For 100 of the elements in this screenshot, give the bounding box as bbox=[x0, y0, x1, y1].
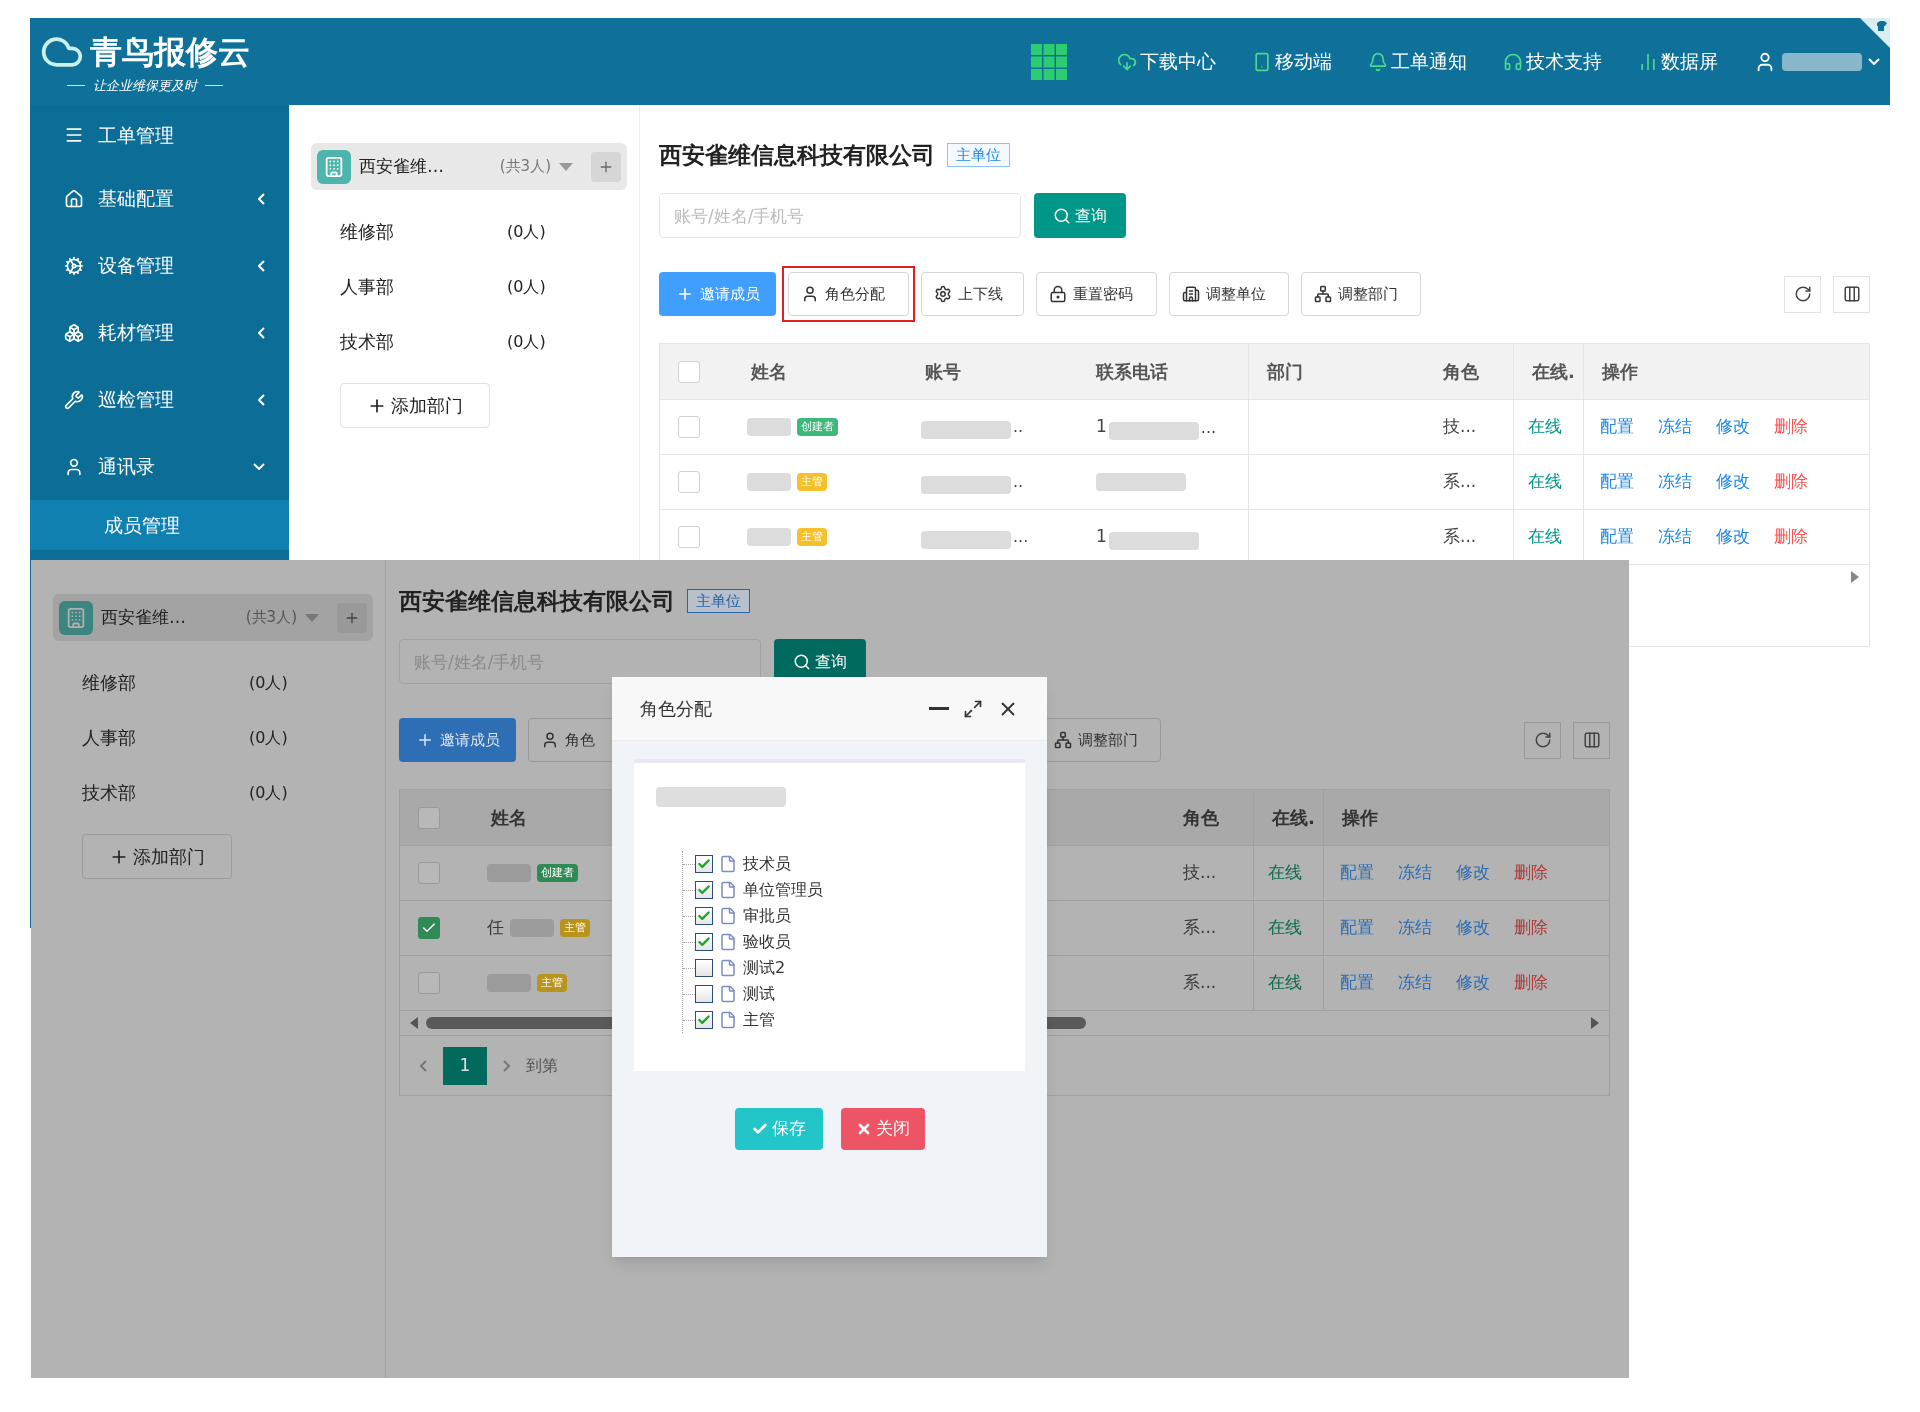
sidebar-item[interactable]: 耗材管理 bbox=[30, 299, 289, 366]
department-item[interactable]: 维修部 (0人) bbox=[311, 204, 627, 259]
toolbar-button[interactable]: 上下线 bbox=[921, 272, 1024, 316]
check-icon bbox=[697, 935, 711, 949]
action-link[interactable]: 修改 bbox=[1716, 524, 1750, 550]
action-link[interactable]: 删除 bbox=[1774, 414, 1808, 440]
checkbox[interactable] bbox=[418, 862, 440, 884]
role-checkbox[interactable] bbox=[695, 881, 713, 899]
apps-grid-icon[interactable] bbox=[1031, 43, 1067, 80]
sidebar-item[interactable]: 巡检管理 bbox=[30, 366, 289, 433]
toolbar-button[interactable]: 重置密码 bbox=[1036, 272, 1157, 316]
add-department-button[interactable]: 添加部门 bbox=[82, 834, 232, 879]
toolbar-button[interactable]: 调整部门 bbox=[1301, 272, 1421, 316]
action-link[interactable]: 冻结 bbox=[1658, 414, 1692, 440]
role-checkbox[interactable] bbox=[695, 933, 713, 951]
column-header: 角色 bbox=[1182, 806, 1219, 830]
department-item[interactable]: 技术部 (0人) bbox=[53, 765, 373, 820]
action-link[interactable]: 冻结 bbox=[1398, 915, 1432, 941]
scroll-left-icon[interactable] bbox=[410, 1017, 418, 1029]
action-link[interactable]: 配置 bbox=[1340, 915, 1374, 941]
goto-label: 到第 bbox=[526, 1054, 558, 1077]
checkbox[interactable] bbox=[418, 972, 440, 994]
search-icon bbox=[1053, 206, 1071, 225]
action-link[interactable]: 删除 bbox=[1514, 915, 1548, 941]
role-checkbox[interactable] bbox=[695, 959, 713, 977]
role-checkbox[interactable] bbox=[695, 855, 713, 873]
department-item[interactable]: 维修部 (0人) bbox=[53, 655, 373, 710]
action-link[interactable]: 删除 bbox=[1514, 970, 1548, 996]
action-link[interactable]: 修改 bbox=[1716, 414, 1750, 440]
department-item[interactable]: 人事部 (0人) bbox=[53, 710, 373, 765]
blurred-text bbox=[747, 473, 791, 491]
nav-link[interactable]: 数据屏 bbox=[1638, 47, 1718, 76]
nav-link[interactable]: 工单通知 bbox=[1368, 47, 1467, 76]
action-link[interactable]: 配置 bbox=[1600, 469, 1634, 495]
role-badge: 主管 bbox=[560, 918, 590, 938]
sidebar-item[interactable]: 基础配置 bbox=[30, 165, 289, 232]
invite-button[interactable]: 邀请成员 bbox=[399, 718, 516, 762]
truncation-mark: ... bbox=[1013, 526, 1029, 548]
close-button[interactable]: 关闭 bbox=[840, 1108, 925, 1150]
department-item[interactable]: 人事部 (0人) bbox=[311, 259, 627, 314]
sidebar-item[interactable]: 工单管理 bbox=[30, 105, 289, 165]
action-link[interactable]: 冻结 bbox=[1658, 469, 1692, 495]
page-button[interactable]: 1 bbox=[443, 1046, 487, 1085]
search-icon bbox=[793, 652, 811, 671]
check-icon bbox=[697, 883, 711, 897]
checkbox[interactable] bbox=[418, 806, 440, 829]
dialog-title: 角色分配 bbox=[640, 697, 712, 721]
role-badge: 创建者 bbox=[537, 863, 578, 883]
add-department-button[interactable]: 添加部门 bbox=[340, 383, 490, 428]
corner-ribbon-icon[interactable] bbox=[1860, 18, 1890, 48]
action-link[interactable]: 配置 bbox=[1340, 860, 1374, 886]
action-link[interactable]: 冻结 bbox=[1398, 860, 1432, 886]
chevron-down-icon[interactable] bbox=[1868, 58, 1880, 65]
action-link[interactable]: 配置 bbox=[1600, 524, 1634, 550]
role-text: 系... bbox=[1182, 916, 1217, 940]
department-item[interactable]: 技术部 (0人) bbox=[311, 314, 627, 369]
check-icon bbox=[697, 909, 711, 923]
action-link[interactable]: 冻结 bbox=[1398, 970, 1432, 996]
action-link[interactable]: 冻结 bbox=[1658, 524, 1692, 550]
refresh-icon bbox=[1793, 285, 1812, 303]
sidebar-subitem[interactable]: 成员管理 bbox=[30, 500, 289, 550]
refresh-button[interactable] bbox=[1524, 721, 1561, 759]
search-button[interactable]: 查询 bbox=[1034, 193, 1126, 238]
org-selector[interactable]: 西安雀维… (共3人) bbox=[311, 143, 627, 190]
columns-button[interactable] bbox=[1573, 721, 1610, 759]
org-chart-icon bbox=[1314, 285, 1332, 303]
action-link[interactable]: 修改 bbox=[1456, 860, 1490, 886]
role-checkbox[interactable] bbox=[695, 907, 713, 925]
toolbar-button[interactable]: 角色分配 bbox=[788, 272, 909, 316]
chevron-down-icon[interactable] bbox=[253, 463, 265, 470]
add-org-button[interactable] bbox=[337, 602, 367, 633]
action-link[interactable]: 修改 bbox=[1716, 469, 1750, 495]
nav-link[interactable]: 移动端 bbox=[1252, 47, 1332, 76]
action-link[interactable]: 删除 bbox=[1774, 469, 1808, 495]
bell-icon bbox=[1368, 51, 1388, 72]
scroll-right-icon[interactable] bbox=[1591, 1017, 1599, 1029]
action-link[interactable]: 修改 bbox=[1456, 970, 1490, 996]
action-link[interactable]: 配置 bbox=[1340, 970, 1374, 996]
company-title: 西安雀维信息科技有限公司 bbox=[399, 586, 675, 616]
org-selector[interactable]: 西安雀维… (共3人) bbox=[53, 594, 373, 641]
column-header: 账号 bbox=[924, 360, 961, 384]
nav-link[interactable]: 下载中心 bbox=[1117, 47, 1216, 76]
checkbox[interactable] bbox=[418, 917, 440, 939]
cloud-download-icon bbox=[1117, 51, 1137, 72]
dropdown-caret-icon[interactable] bbox=[559, 162, 573, 171]
action-link[interactable]: 修改 bbox=[1456, 915, 1490, 941]
role-checkbox[interactable] bbox=[695, 985, 713, 1003]
role-checkbox[interactable] bbox=[695, 1011, 713, 1029]
action-link[interactable]: 删除 bbox=[1514, 860, 1548, 886]
add-org-button[interactable] bbox=[591, 151, 621, 182]
sidebar-item[interactable]: 通讯录 bbox=[30, 433, 289, 500]
invite-button[interactable]: 邀请成员 bbox=[659, 272, 776, 316]
role-label: 技术员 bbox=[743, 853, 791, 875]
scroll-right-icon[interactable] bbox=[1851, 571, 1859, 583]
toolbar-button[interactable]: 调整单位 bbox=[1169, 272, 1289, 316]
action-link[interactable]: 配置 bbox=[1600, 414, 1634, 440]
action-link[interactable]: 删除 bbox=[1774, 524, 1808, 550]
menu-icon bbox=[64, 125, 84, 145]
sidebar-item[interactable]: 设备管理 bbox=[30, 232, 289, 299]
nav-link[interactable]: 技术支持 bbox=[1503, 47, 1602, 76]
